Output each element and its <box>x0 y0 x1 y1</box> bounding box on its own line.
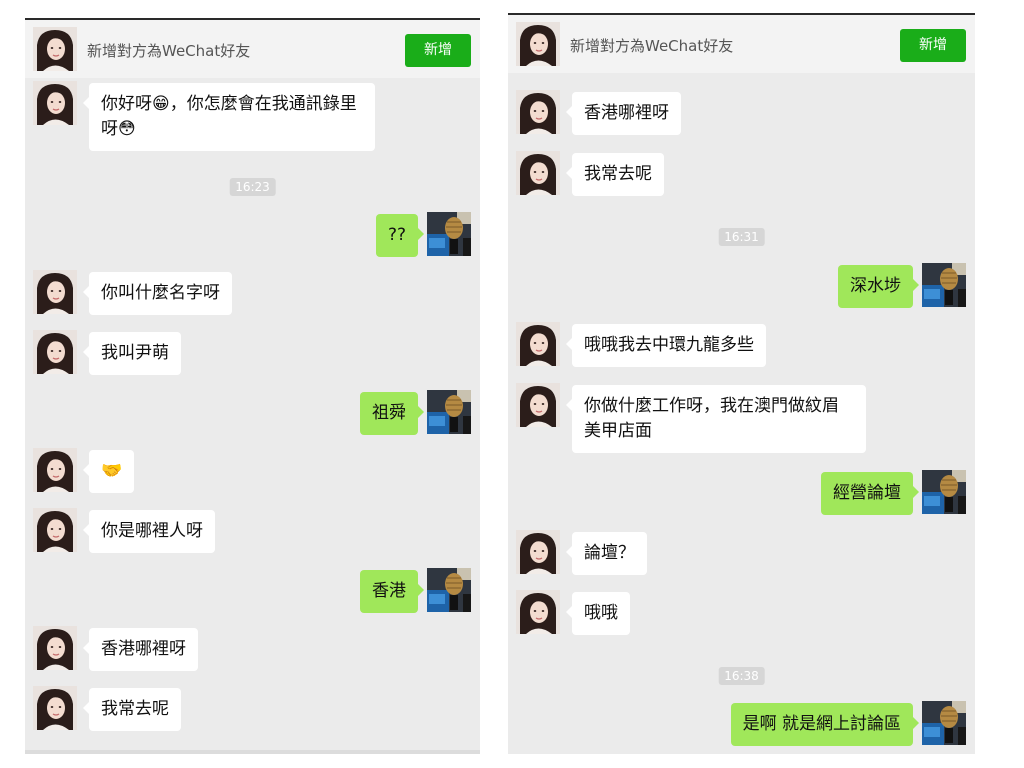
message-bubble[interactable]: 香港 <box>360 570 424 613</box>
contact-avatar[interactable] <box>516 590 560 634</box>
self-avatar[interactable] <box>922 263 966 307</box>
contact-avatar[interactable] <box>516 322 560 366</box>
contact-avatar[interactable] <box>516 530 560 574</box>
chat-panel-left: 新增對方為WeChat好友 新增 你好呀😁，你怎麼會在我通訊錄里呀😳 16:23… <box>25 18 480 754</box>
message-bubble[interactable]: 經營論壇 <box>821 472 919 515</box>
message-bubble[interactable]: 你好呀😁，你怎麼會在我通訊錄里呀😳 <box>83 83 375 151</box>
message-bubble[interactable]: 是啊 就是網上討論區 <box>730 703 920 746</box>
add-friend-bar: 新增對方為WeChat好友 新增 <box>508 15 975 73</box>
add-friend-button[interactable]: 新增 <box>405 34 471 67</box>
bottom-divider <box>25 750 480 754</box>
message-bubble[interactable]: 你是哪裡人呀 <box>83 510 215 553</box>
message-bubble[interactable]: 我叫尹萌 <box>83 332 181 375</box>
self-avatar[interactable] <box>922 701 966 745</box>
message-bubble[interactable]: 我常去呢 <box>83 688 181 731</box>
chat-panel-right: 新增對方為WeChat好友 新增 香港哪裡呀 我常去呢 16:31 深水埗 哦哦… <box>508 13 975 754</box>
self-avatar[interactable] <box>427 390 471 434</box>
contact-avatar[interactable] <box>33 330 77 374</box>
self-avatar[interactable] <box>427 212 471 256</box>
message-bubble[interactable]: 香港哪裡呀 <box>566 92 681 135</box>
add-friend-prompt: 新增對方為WeChat好友 <box>570 37 734 55</box>
add-friend-bar: 新增對方為WeChat好友 新增 <box>25 20 480 78</box>
message-bubble[interactable]: 你做什麼工作呀，我在澳門做紋眉美甲店面 <box>566 385 866 453</box>
contact-avatar[interactable] <box>33 508 77 552</box>
contact-avatar[interactable] <box>516 151 560 195</box>
self-avatar[interactable] <box>922 470 966 514</box>
contact-avatar[interactable] <box>516 90 560 134</box>
contact-avatar[interactable] <box>516 383 560 427</box>
contact-avatar[interactable] <box>33 686 77 730</box>
timestamp: 16:31 <box>718 228 765 246</box>
contact-avatar[interactable] <box>516 22 560 66</box>
message-bubble[interactable]: 深水埗 <box>838 265 919 308</box>
contact-avatar[interactable] <box>33 626 77 670</box>
contact-avatar[interactable] <box>33 448 77 492</box>
self-avatar[interactable] <box>427 568 471 612</box>
message-bubble[interactable]: 論壇？ <box>566 532 647 575</box>
contact-avatar[interactable] <box>33 81 77 125</box>
message-bubble[interactable]: 哦哦 <box>566 592 630 635</box>
add-friend-button[interactable]: 新增 <box>900 29 966 62</box>
message-bubble[interactable]: 你叫什麼名字呀 <box>83 272 232 315</box>
message-bubble[interactable]: ?? <box>375 214 425 257</box>
message-bubble[interactable]: 祖舜 <box>360 392 424 435</box>
add-friend-prompt: 新增對方為WeChat好友 <box>87 42 251 60</box>
message-bubble[interactable]: 哦哦我去中環九龍多些 <box>566 324 766 367</box>
message-bubble[interactable]: 我常去呢 <box>566 153 664 196</box>
timestamp: 16:38 <box>718 667 765 685</box>
message-bubble[interactable]: 香港哪裡呀 <box>83 628 198 671</box>
handshake-emoji-bubble[interactable]: 🤝 <box>82 450 135 493</box>
contact-avatar[interactable] <box>33 270 77 314</box>
timestamp: 16:23 <box>229 178 276 196</box>
contact-avatar[interactable] <box>33 27 77 71</box>
